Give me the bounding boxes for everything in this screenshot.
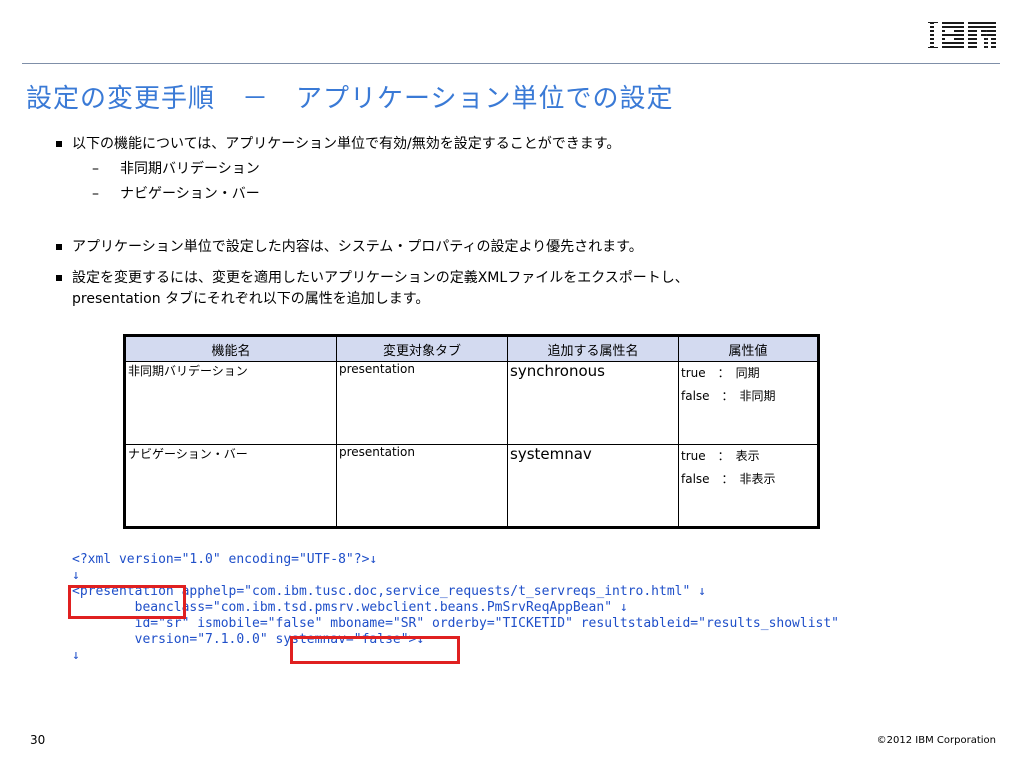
ibm-logo [926,20,996,50]
column-header: 追加する属性名 [507,335,679,362]
code-line: <?xml version="1.0" encoding="UTF-8"?>↓ [72,552,378,567]
column-header: 変更対象タブ [336,335,508,362]
bullet-square-icon [56,141,62,147]
header-divider [22,63,1000,64]
bullet-item: 設定を変更するには、変更を適用したいアプリケーションの定義XMLファイルをエクス… [54,268,994,288]
dash-icon: – [92,161,99,177]
presentation-tag-highlight [68,585,186,619]
bullet-continuation: presentation タブにそれぞれ以下の属性を追加します。 [72,291,430,307]
bullet-square-icon [56,244,62,250]
bullet-square-icon [56,275,62,281]
bullet-item: 以下の機能については、アプリケーション単位で有効/無効を設定することができます。 [54,134,994,154]
value-line: true ： 表示 [681,449,760,463]
attribute-table: 機能名 変更対象タブ 追加する属性名 属性値 非同期バリデーション presen… [123,334,820,529]
table-row: ナビゲーション・バー presentation systemnav true ：… [124,444,819,528]
sub-bullet-text: 非同期バリデーション [120,161,260,177]
table-row: 非同期バリデーション presentation synchronous true… [124,361,819,445]
value-cell: true ： 同期 false ： 非同期 [678,361,819,445]
page-number: 30 [30,733,46,747]
tab-cell: presentation [336,361,508,445]
code-line: id="sr" ismobile="false" mboname="SR" or… [72,616,840,631]
bullet-item: アプリケーション単位で設定した内容は、システム・プロパティの設定より優先されます… [54,237,994,257]
code-line: ↓ [72,568,80,583]
sub-bullet-text: ナビゲーション・バー [120,186,260,202]
value-line: false ： 非同期 [681,389,776,403]
feature-cell: 非同期バリデーション [124,361,337,445]
bullet-list: 以下の機能については、アプリケーション単位で有効/無効を設定することができます。… [54,134,994,309]
value-cell: true ： 表示 false ： 非表示 [678,444,819,528]
bullet-text: 以下の機能については、アプリケーション単位で有効/無効を設定することができます。 [72,136,621,152]
code-line: <presentation apphelp="com.ibm.tusc.doc,… [72,584,706,599]
page-title: 設定の変更手順 － アプリケーション単位での設定 [26,84,674,114]
feature-cell: ナビゲーション・バー [124,444,337,528]
column-header: 機能名 [124,335,337,362]
dash-icon: – [92,186,99,202]
copyright: ©2012 IBM Corporation [876,735,996,746]
systemnav-attribute-highlight [290,636,460,664]
value-line: false ： 非表示 [681,472,776,486]
attribute-cell: systemnav [507,444,679,528]
bullet-text: 設定を変更するには、変更を適用したいアプリケーションの定義XMLファイルをエクス… [72,270,689,286]
sub-bullet-item: – 非同期バリデーション [54,159,994,179]
sub-bullet-item: – ナビゲーション・バー [54,184,994,204]
value-line: true ： 同期 [681,366,760,380]
attribute-cell: synchronous [507,361,679,445]
column-header: 属性値 [678,335,819,362]
tab-cell: presentation [336,444,508,528]
table-header-row: 機能名 変更対象タブ 追加する属性名 属性値 [124,335,819,362]
bullet-text: アプリケーション単位で設定した内容は、システム・プロパティの設定より優先されます… [72,239,643,255]
code-line: beanclass="com.ibm.tsd.pmsrv.webclient.b… [72,600,628,615]
